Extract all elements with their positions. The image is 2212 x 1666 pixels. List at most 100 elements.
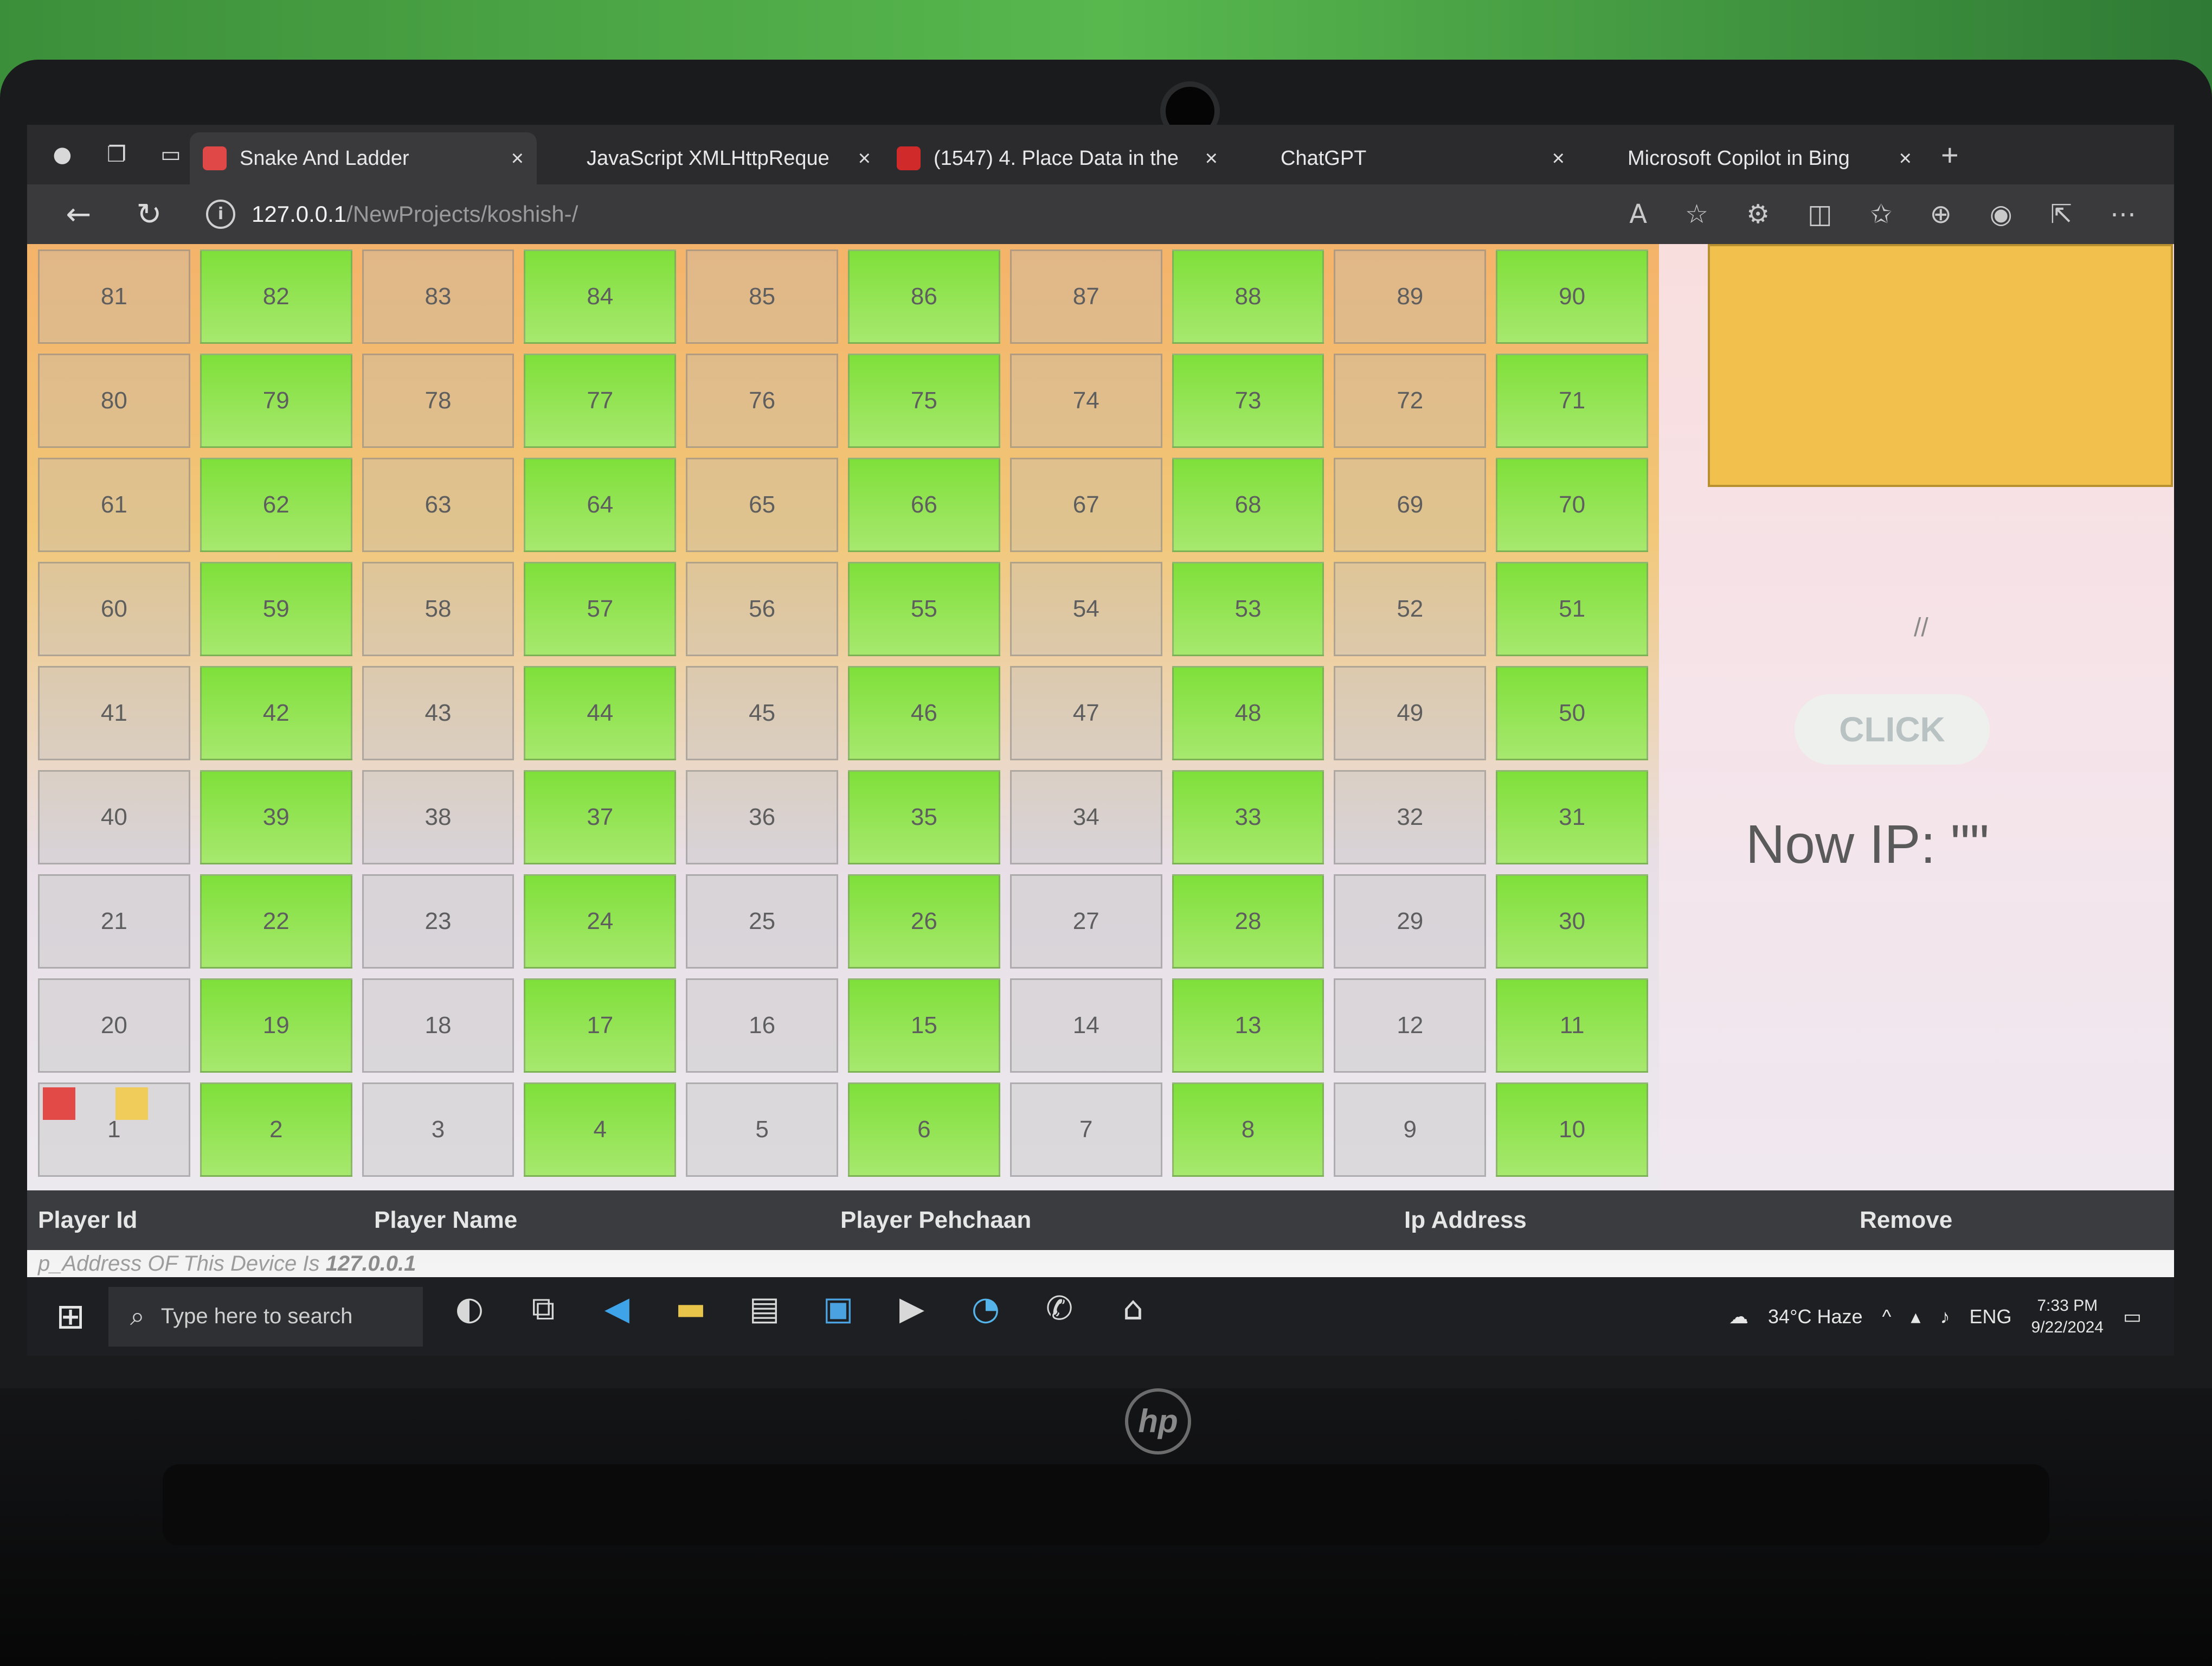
board-cell: 50 — [1496, 666, 1648, 760]
store-icon[interactable]: ⌂ — [1106, 1290, 1160, 1344]
board-cell: 31 — [1496, 770, 1648, 864]
browser-tab[interactable]: JavaScript XMLHttpReque × — [537, 132, 884, 184]
cell-number: 5 — [755, 1116, 769, 1143]
split-screen-icon[interactable]: ◫ — [1808, 199, 1832, 229]
new-tab-icon[interactable]: + — [1941, 137, 1959, 172]
dice-display — [1708, 244, 2173, 487]
task-view-icon[interactable]: ⧉ — [516, 1290, 570, 1344]
site-info-icon[interactable]: i — [206, 200, 235, 229]
board-cell: 19 — [200, 978, 352, 1073]
share-icon[interactable]: ⇱ — [2050, 199, 2072, 229]
board-cell: 85 — [686, 249, 838, 344]
tray-expand-icon[interactable]: ^ — [1882, 1305, 1892, 1328]
header-ip-address: Ip Address — [1404, 1207, 1527, 1233]
cell-number: 28 — [1234, 908, 1262, 934]
refresh-icon[interactable]: ↻ — [130, 197, 168, 232]
cell-number: 49 — [1397, 700, 1424, 726]
copilot-icon[interactable]: ◉ — [1990, 199, 2012, 229]
cell-number: 70 — [1559, 491, 1586, 518]
favorites-icon[interactable]: ✩ — [1870, 199, 1892, 229]
clock[interactable]: 7:33 PM 9/22/2024 — [2031, 1295, 2104, 1338]
volume-icon[interactable]: ♪ — [1940, 1305, 1950, 1328]
cell-number: 24 — [587, 908, 614, 934]
notepad-icon[interactable]: ▤ — [737, 1290, 792, 1344]
board-cell: 20 — [38, 978, 190, 1073]
notification-icon[interactable]: ▭ — [2123, 1305, 2142, 1328]
board-cell: 84 — [524, 249, 677, 344]
board-cell: 33 — [1172, 770, 1324, 864]
edge-browser-icon[interactable]: ◔ — [959, 1290, 1013, 1344]
weather-icon[interactable]: ☁ — [1729, 1305, 1748, 1328]
tab-title: ChatGPT — [1281, 146, 1367, 170]
tab-favicon-icon — [1591, 146, 1615, 170]
cell-number: 20 — [100, 1012, 127, 1039]
whatsapp-icon[interactable]: ✆ — [1032, 1290, 1086, 1344]
cell-number: 53 — [1234, 595, 1262, 622]
cell-number: 60 — [100, 595, 127, 622]
cell-number: 79 — [262, 387, 290, 414]
cell-number: 30 — [1559, 908, 1586, 934]
cell-number: 80 — [100, 387, 127, 414]
weather-text[interactable]: 34°C Haze — [1768, 1305, 1862, 1328]
media-player-icon[interactable]: ▶ — [885, 1290, 939, 1344]
windows-start-icon[interactable]: ⊞ — [49, 1295, 92, 1338]
taskbar-search[interactable]: ⌕ Type here to search — [108, 1286, 423, 1347]
cell-number: 52 — [1397, 595, 1424, 622]
side-panel: // CLICK Now IP: "" — [1659, 244, 2174, 1190]
browser-tab-bar: ● ❐ ▭ Snake And Ladder × JavaScript XMLHtt… — [27, 125, 2174, 184]
cell-number: 89 — [1397, 283, 1424, 310]
back-icon[interactable]: ← — [60, 197, 98, 232]
cell-number: 43 — [425, 700, 452, 726]
board-cell: 47 — [1009, 666, 1162, 760]
more-icon[interactable]: ⋯ — [2110, 199, 2136, 229]
browser-tab[interactable]: Snake And Ladder × — [190, 132, 537, 184]
cell-number: 29 — [1397, 908, 1424, 934]
board-cell: 48 — [1172, 666, 1324, 760]
tab-actions-icon[interactable]: ▭ — [152, 136, 190, 174]
cell-number: 59 — [262, 595, 290, 622]
cell-number: 74 — [1072, 387, 1099, 414]
cell-number: 9 — [1403, 1116, 1417, 1143]
board-cell: 30 — [1496, 874, 1648, 969]
network-icon[interactable]: ▴ — [1911, 1305, 1920, 1328]
cell-number: 78 — [425, 387, 452, 414]
cell-number: 34 — [1072, 804, 1099, 830]
header-remove: Remove — [1860, 1207, 1953, 1233]
tab-close-icon[interactable]: × — [1552, 146, 1565, 171]
vscode-icon[interactable]: ◀ — [590, 1290, 644, 1344]
language-indicator[interactable]: ENG — [1970, 1305, 2012, 1328]
cell-number: 45 — [749, 700, 776, 726]
cell-number: 61 — [100, 491, 127, 518]
tab-close-icon[interactable]: × — [858, 146, 871, 171]
board-cell: 53 — [1172, 562, 1324, 656]
tab-close-icon[interactable]: × — [511, 146, 524, 171]
board-cell: 72 — [1334, 354, 1487, 448]
now-ip-label: Now IP: "" — [1746, 814, 1989, 875]
player-token-red — [43, 1087, 75, 1120]
board-cell: 57 — [524, 562, 677, 656]
board-cell: 3 — [362, 1082, 515, 1177]
photos-icon[interactable]: ▣ — [811, 1290, 865, 1344]
tab-close-icon[interactable]: × — [1205, 146, 1218, 171]
news-widget-icon[interactable]: ◐ — [442, 1290, 497, 1344]
board-cell: 52 — [1334, 562, 1487, 656]
board-cell: 17 — [524, 978, 677, 1073]
cell-number: 51 — [1559, 595, 1586, 622]
browser-tab[interactable]: Microsoft Copilot in Bing × — [1578, 132, 1925, 184]
cell-number: 18 — [425, 1012, 452, 1039]
laptop-screen: ● ❐ ▭ Snake And Ladder × JavaScript XMLHtt… — [27, 125, 2174, 1356]
profile-icon[interactable]: ● — [43, 136, 81, 174]
cell-number: 55 — [910, 595, 937, 622]
file-explorer-icon[interactable]: ▬ — [664, 1290, 718, 1344]
favorite-star-icon[interactable]: ☆ — [1685, 199, 1708, 229]
cell-number: 86 — [910, 283, 937, 310]
url-field[interactable]: 127.0.0.1/NewProjects/koshish-/ — [252, 201, 578, 227]
roll-click-button[interactable]: CLICK — [1795, 694, 1990, 765]
browser-tab[interactable]: (1547) 4. Place Data in the × — [884, 132, 1231, 184]
collections-icon[interactable]: ⊕ — [1930, 199, 1952, 229]
tab-close-icon[interactable]: × — [1899, 146, 1912, 171]
extensions-icon[interactable]: ⚙ — [1746, 199, 1770, 229]
read-aloud-icon[interactable]: A — [1629, 199, 1647, 229]
browser-tab[interactable]: ChatGPT × — [1231, 132, 1578, 184]
workspaces-icon[interactable]: ❐ — [98, 136, 136, 174]
